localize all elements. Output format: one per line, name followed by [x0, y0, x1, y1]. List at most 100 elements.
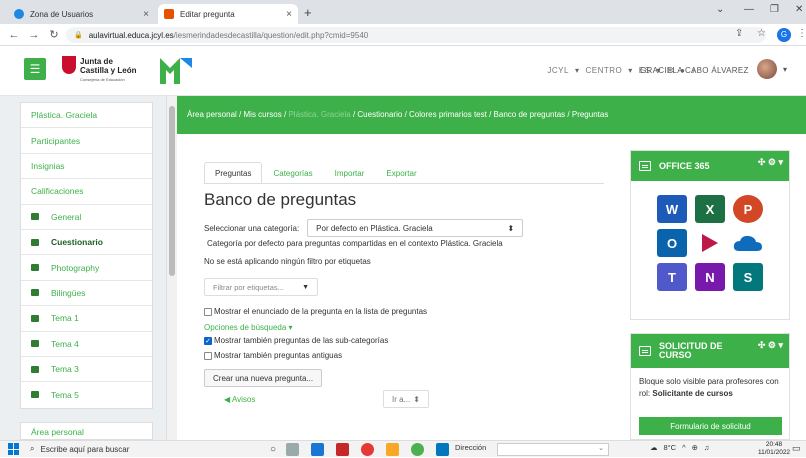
- powerpoint-icon[interactable]: P: [733, 195, 763, 223]
- sidebar-item-area-personal[interactable]: Área personal: [20, 422, 153, 440]
- breadcrumb-course[interactable]: Plástica. Graciela: [288, 110, 350, 119]
- share-icon[interactable]: ⇪: [735, 28, 743, 39]
- stream-icon[interactable]: [695, 229, 725, 257]
- reload-icon[interactable]: ↻: [48, 28, 60, 41]
- notification-icon[interactable]: ▭: [792, 443, 801, 454]
- sidebar-item-calificaciones[interactable]: Calificaciones: [21, 179, 152, 205]
- close-window-icon[interactable]: ✕: [795, 4, 803, 15]
- sidebar-item-insignias[interactable]: Insignias: [21, 154, 152, 180]
- sidebar-item-label: General: [51, 211, 82, 222]
- menu-centro[interactable]: CENTRO: [585, 66, 622, 75]
- show-question-text-checkbox[interactable]: [204, 307, 212, 316]
- sidebar-scrollbar[interactable]: [167, 96, 177, 440]
- create-question-button[interactable]: Crear una nueva pregunta...: [204, 369, 323, 387]
- subcategories-option[interactable]: ✓ Mostrar también preguntas de las sub-c…: [204, 336, 388, 345]
- sidebar-item-tema-5[interactable]: Tema 5: [21, 382, 152, 407]
- taskbar-app-icon[interactable]: [336, 442, 350, 456]
- tab-exportar[interactable]: Exportar: [375, 162, 427, 184]
- taskbar-search[interactable]: ⌕ Escribe aquí para buscar: [30, 441, 190, 458]
- task-view-icon[interactable]: [286, 442, 300, 456]
- sidebar-item-tema-3[interactable]: Tema 3: [21, 357, 152, 383]
- request-role: Solicitante de cursos: [652, 389, 733, 398]
- category-select[interactable]: Por defecto en Plástica. Graciela ⬍: [307, 219, 524, 237]
- moodle-favicon-icon: [164, 9, 174, 19]
- volume-icon[interactable]: ♫: [704, 443, 710, 452]
- outlook-icon[interactable]: O: [657, 229, 687, 257]
- close-tab-icon[interactable]: ×: [286, 9, 292, 20]
- avisos-link[interactable]: ◀ Avisos: [224, 395, 255, 404]
- hamburger-menu-icon[interactable]: ☰: [24, 58, 46, 80]
- clock-time: 20:48: [765, 441, 783, 448]
- block-title: SOLICITUD DE CURSO: [659, 342, 723, 360]
- sidebar-item-bilingues[interactable]: Bilingües: [21, 281, 152, 307]
- category-value: Por defecto en Plástica. Graciela: [316, 223, 433, 233]
- sharepoint-icon[interactable]: S: [733, 263, 763, 291]
- file-explorer-icon[interactable]: [386, 442, 400, 456]
- menu-jcyl[interactable]: JCYL: [547, 66, 569, 75]
- tab-search-chevron-icon[interactable]: ⌄: [716, 4, 724, 15]
- chrome-icon[interactable]: [411, 442, 425, 456]
- breadcrumb-area-personal[interactable]: Área personal: [187, 110, 237, 119]
- search-options-toggle[interactable]: Opciones de búsqueda ▾: [204, 323, 293, 332]
- cortana-circle-icon[interactable]: ○: [270, 444, 276, 455]
- user-avatar[interactable]: [757, 59, 777, 79]
- onenote-icon[interactable]: N: [695, 263, 725, 291]
- jump-to-select[interactable]: Ir a... ⬍: [383, 390, 429, 408]
- tab-importar[interactable]: Importar: [324, 162, 376, 184]
- profile-avatar[interactable]: G: [777, 28, 791, 42]
- folder-icon: [31, 365, 39, 373]
- course-request-header: SOLICITUD DE CURSO ✣ ⚙ ▾: [631, 334, 789, 368]
- tab-editar-pregunta[interactable]: Editar pregunta ×: [158, 4, 298, 24]
- tab-categorias[interactable]: Categorías: [262, 162, 323, 184]
- bookmark-star-icon[interactable]: ☆: [757, 28, 766, 39]
- clock[interactable]: 20:48 11/01/2022: [758, 441, 790, 457]
- address-toolbar-input[interactable]: ⌄: [497, 443, 609, 456]
- tab-preguntas[interactable]: Preguntas: [204, 162, 263, 184]
- sidebar-item-general[interactable]: General: [21, 205, 152, 230]
- excel-icon[interactable]: X: [695, 195, 725, 223]
- user-menu-caret-icon[interactable]: ▾: [783, 65, 787, 74]
- weather-icon[interactable]: ☁: [650, 443, 658, 452]
- old-questions-option[interactable]: Mostrar también preguntas antiguas: [204, 351, 342, 360]
- sidebar-item-tema-4[interactable]: Tema 4: [21, 332, 152, 357]
- breadcrumb-quiz[interactable]: Colores primarios test: [409, 110, 487, 119]
- old-questions-checkbox[interactable]: [204, 351, 212, 360]
- windows-start-icon[interactable]: [8, 443, 20, 455]
- close-tab-icon[interactable]: ×: [143, 9, 149, 20]
- school-m-logo[interactable]: [158, 54, 194, 86]
- taskbar-app-icon[interactable]: [311, 442, 325, 456]
- breadcrumb-mis-cursos[interactable]: Mis cursos: [244, 110, 282, 119]
- sidebar-item-tema-1[interactable]: Tema 1: [21, 306, 152, 332]
- sidebar-item-cuestionario[interactable]: Cuestionario: [21, 230, 152, 256]
- onedrive-cloud-icon[interactable]: [733, 229, 763, 257]
- tab-zona-usuarios[interactable]: Zona de Usuarios ×: [8, 4, 155, 24]
- teams-icon[interactable]: T: [657, 263, 687, 291]
- show-question-text-option[interactable]: Mostrar el enunciado de la pregunta en l…: [204, 307, 427, 316]
- block-actions-icon[interactable]: ✣ ⚙ ▾: [758, 340, 783, 351]
- junta-castilla-leon-logo[interactable]: Junta de Castilla y León Consejería de Ed…: [62, 56, 142, 84]
- subcategories-checkbox[interactable]: ✓: [204, 336, 212, 345]
- tray-chevron-icon[interactable]: ^: [682, 443, 686, 452]
- user-name[interactable]: GRACIELA CABO ÁLVAREZ: [640, 66, 749, 75]
- forward-arrow-icon[interactable]: →: [28, 29, 40, 41]
- block-actions-icon[interactable]: ✣ ⚙ ▾: [758, 157, 783, 168]
- sidebar-item-participantes[interactable]: Participantes: [21, 128, 152, 154]
- back-arrow-icon[interactable]: ←: [8, 29, 20, 41]
- tag-filter-input[interactable]: Filtrar por etiquetas... ▼: [204, 278, 318, 296]
- new-tab-button[interactable]: +: [304, 5, 312, 20]
- network-icon[interactable]: ⊕: [692, 443, 698, 452]
- minimize-icon[interactable]: —: [744, 4, 754, 15]
- taskbar-app-icon[interactable]: [436, 442, 450, 456]
- request-form-button[interactable]: Formulario de solicitud: [639, 417, 782, 435]
- maximize-icon[interactable]: ❐: [770, 4, 779, 15]
- sidebar-item-course[interactable]: Plástica. Graciela: [21, 103, 152, 129]
- scrollbar-thumb[interactable]: [169, 106, 175, 276]
- breadcrumb-banco[interactable]: Banco de preguntas: [494, 110, 566, 119]
- taskbar-app-icon[interactable]: [361, 442, 375, 456]
- caret-down-icon: ▾: [574, 66, 580, 75]
- url-field[interactable]: 🔒 aulavirtual.educa.jcyl.es /iesmerindad…: [66, 27, 766, 43]
- browser-menu-icon[interactable]: ⋮: [797, 28, 806, 39]
- sidebar-item-photography[interactable]: Photography: [21, 255, 152, 281]
- word-icon[interactable]: W: [657, 195, 687, 223]
- breadcrumb-cuestionario[interactable]: Cuestionario: [357, 110, 402, 119]
